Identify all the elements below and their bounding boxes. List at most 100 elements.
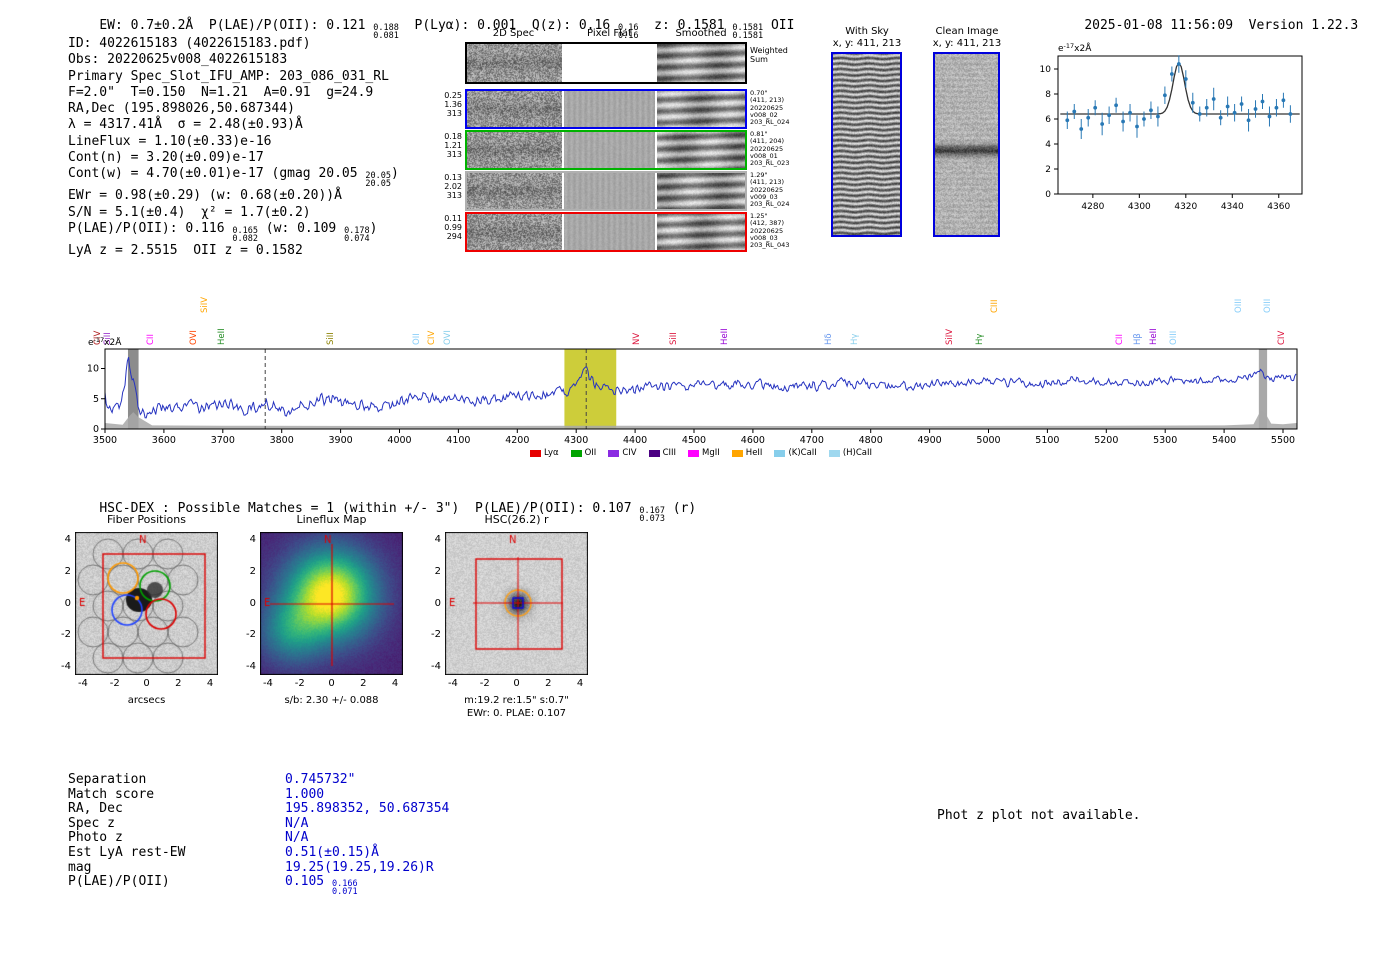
legend-label: CIV — [622, 448, 636, 458]
fiber-weight-value: 0.99 — [428, 223, 462, 232]
cutout-xtick: 2 — [167, 678, 189, 689]
table-row-label: Spec z — [68, 817, 285, 832]
table-row-value: 195.898352, 50.687354 — [285, 801, 449, 816]
info-line: Cont(w) = 4.70(±0.01)e-17 (gmag 20.05 20… — [68, 166, 399, 188]
fiber-weight-value: 0.18 — [428, 132, 462, 141]
info-text: S/N = 5.1(±0.4) χ² = 1.7(±0.2) — [68, 205, 311, 220]
clean-image — [933, 52, 1000, 237]
cutout-sublabel: arcsecs — [60, 695, 233, 706]
hsc-plae-fraction: 0.1670.073 — [639, 507, 665, 523]
inset-data-point — [1226, 105, 1230, 109]
pixel-flat-image — [564, 44, 655, 82]
pixel-flat-image — [564, 132, 655, 168]
fiber-weight-value: 1.21 — [428, 141, 462, 150]
inset-data-point — [1156, 115, 1160, 119]
main-xtick: 5000 — [976, 435, 1000, 446]
legend-swatch — [732, 450, 743, 457]
stat-fraction: 0.1650.082 — [232, 227, 258, 243]
legend-swatch — [649, 450, 660, 457]
legend-label: Lyα — [544, 448, 559, 458]
main-xtick: 5200 — [1094, 435, 1118, 446]
fiber-cutout-row — [465, 171, 747, 211]
legend-swatch — [571, 450, 582, 457]
legend-label: (K)CaII — [788, 448, 816, 458]
inset-data-point — [1086, 116, 1090, 120]
legend-swatch — [530, 450, 541, 457]
legend-swatch — [829, 450, 840, 457]
cutout-xtick: -4 — [442, 678, 464, 689]
detection-info-block: ID: 4022615183 (4022615183.pdf)Obs: 2022… — [68, 36, 399, 259]
legend-label: (H)CaII — [843, 448, 872, 458]
spec2d-image — [467, 91, 562, 127]
inset-data-point — [1177, 62, 1181, 66]
photz-note: Phot z plot not available. — [937, 808, 1141, 823]
with-sky-title: With Sky — [820, 26, 914, 37]
cutout-title-lineflux: Lineflux Map — [260, 513, 403, 526]
inset-data-point — [1065, 118, 1069, 122]
cutout-xtick: 4 — [384, 678, 406, 689]
inset-xtick: 4360 — [1267, 202, 1290, 212]
with-sky-canvas — [833, 54, 900, 235]
main-xtick: 4800 — [859, 435, 883, 446]
table-row: Match score1.000 — [68, 788, 449, 803]
main-xtick: 4500 — [682, 435, 706, 446]
spec2d-image — [467, 214, 562, 250]
inset-data-point — [1268, 115, 1272, 119]
hsc-cutout-image — [445, 532, 588, 675]
table-row-value: 19.25(19.25,19.26)R — [285, 860, 434, 875]
table-value-fraction: 0.1660.071 — [332, 880, 358, 896]
table-row: RA, Dec195.898352, 50.687354 — [68, 802, 449, 817]
inset-data-point — [1275, 106, 1279, 110]
cutout-xtick: 2 — [352, 678, 374, 689]
cutout-xtick: 0 — [321, 678, 343, 689]
inset-data-point — [1170, 72, 1174, 76]
col-title-smoothed: Smoothed — [655, 28, 747, 39]
inset-data-point — [1093, 106, 1097, 110]
inset-data-point — [1135, 125, 1139, 129]
table-row-value: N/A — [285, 816, 308, 831]
inset-data-point — [1184, 77, 1188, 81]
main-ytick: 10 — [88, 364, 99, 375]
spectrum-legend: LyαOIICIVCIIIMgIIHeII(K)CaII(H)CaII — [105, 448, 1297, 458]
info-text: Cont(w) = 4.70(±0.01)e-17 (gmag 20.05 — [68, 166, 365, 181]
main-ytick: 0 — [93, 424, 99, 435]
info-text: RA,Dec (195.898026,50.687344) — [68, 101, 295, 116]
col-title-2dspec: 2D Spec — [465, 28, 562, 39]
cutout-xtick: 2 — [537, 678, 559, 689]
fiber-id-text: 203_RL_023 — [750, 160, 810, 167]
inset-ytick: 6 — [1045, 115, 1051, 125]
header-ew-stats: EW: 0.7±0.2Å P(LAE)/P(OII): 0.121 — [99, 18, 373, 33]
info-text: F=2.0" T=0.150 N=1.21 A=0.91 g=24.9 — [68, 85, 373, 100]
inset-data-point — [1240, 102, 1244, 106]
inset-data-point — [1212, 97, 1216, 101]
cutout-xtick: -4 — [257, 678, 279, 689]
with-sky-coords: x, y: 411, 213 — [820, 38, 914, 49]
main-xtick: 5300 — [1153, 435, 1177, 446]
inset-xtick: 4340 — [1221, 202, 1244, 212]
clean-image-coords: x, y: 411, 213 — [922, 38, 1012, 49]
fraction-bottom: 0.074 — [344, 235, 370, 243]
fiber-weight-value: 0.25 — [428, 91, 462, 100]
main-xtick: 3700 — [211, 435, 235, 446]
inset-data-point — [1128, 111, 1132, 115]
lineflux-cutout-image — [260, 532, 403, 675]
inset-data-point — [1121, 120, 1125, 124]
cutout-ytick: -4 — [419, 661, 441, 672]
fraction-bottom: 0.082 — [232, 235, 258, 243]
inset-xtick: 4320 — [1174, 202, 1197, 212]
main-xtick: 4200 — [505, 435, 529, 446]
info-line: F=2.0" T=0.150 N=1.21 A=0.91 g=24.9 — [68, 85, 399, 101]
info-line: LineFlux = 1.10(±0.33)e-16 — [68, 134, 399, 150]
main-plot-bg — [105, 349, 1297, 429]
main-xtick: 3800 — [270, 435, 294, 446]
inset-data-point — [1254, 107, 1258, 111]
stat-fraction: 0.1780.074 — [344, 227, 370, 243]
inset-data-point — [1163, 93, 1167, 97]
info-text: ) — [370, 221, 378, 236]
inset-data-point — [1072, 110, 1076, 114]
main-xtick: 4700 — [800, 435, 824, 446]
cutout-ytick: -4 — [234, 661, 256, 672]
main-xtick: 4100 — [446, 435, 470, 446]
cutout-ytick: 0 — [419, 598, 441, 609]
table-row-label: RA, Dec — [68, 802, 285, 817]
